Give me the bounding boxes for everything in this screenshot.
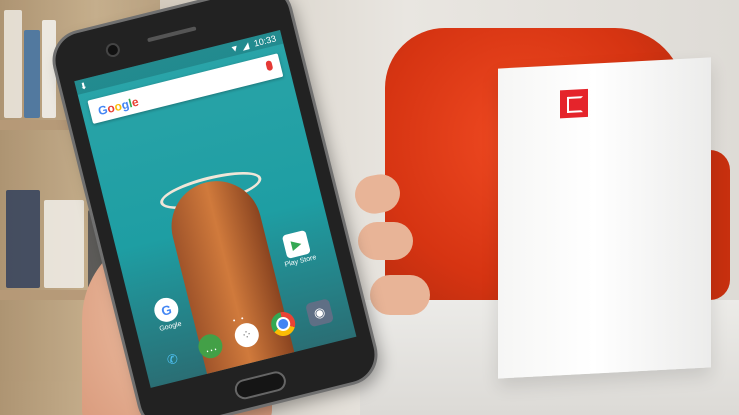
chrome-icon[interactable]	[268, 309, 298, 339]
google-g-icon[interactable]: G	[151, 295, 181, 325]
status-time: 10:33	[252, 33, 278, 49]
book	[44, 200, 84, 288]
microphone-icon[interactable]	[265, 60, 274, 72]
front-camera	[104, 41, 122, 59]
google-logo: Google	[96, 94, 141, 119]
camera-icon[interactable]: ◉	[305, 298, 335, 328]
book	[42, 20, 56, 118]
messages-icon[interactable]: …	[195, 331, 225, 361]
oneplus-logo	[560, 88, 588, 119]
wifi-icon: ▼	[229, 42, 241, 55]
photo-scene: ⬇ ▼ ◢ 10:33 Google ▶ Play Store G Google…	[0, 0, 739, 415]
play-store-icon[interactable]: ▶	[281, 229, 311, 259]
product-box	[498, 57, 711, 379]
book	[24, 30, 40, 118]
finger	[358, 222, 413, 260]
download-icon: ⬇	[78, 80, 89, 92]
earpiece	[147, 26, 197, 43]
home-button[interactable]	[232, 369, 289, 402]
phone-icon[interactable]: ✆	[158, 345, 187, 374]
book	[4, 10, 22, 118]
app-drawer-icon[interactable]: ⁘	[232, 320, 262, 350]
finger	[370, 275, 430, 315]
signal-icon: ◢	[240, 40, 250, 52]
book	[6, 190, 40, 288]
